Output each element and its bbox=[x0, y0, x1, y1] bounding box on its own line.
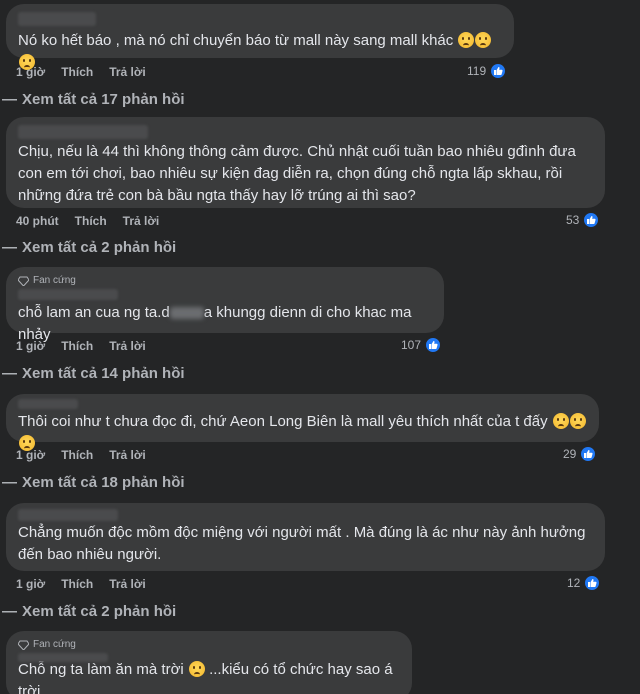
diamond-icon bbox=[18, 640, 29, 650]
comment-time[interactable]: 1 giờ bbox=[16, 339, 45, 353]
reply-button[interactable]: Trả lời bbox=[109, 577, 146, 591]
diamond-icon bbox=[18, 276, 29, 286]
comment-bubble: Nó ko hết báo , mà nó chỉ chuyển báo từ … bbox=[6, 4, 514, 70]
thumbs-up-icon bbox=[582, 211, 601, 229]
sad-emoji-icon bbox=[475, 32, 492, 48]
comment-actions: 1 giờ Thích Trả lời bbox=[16, 447, 146, 463]
comment-time[interactable]: 40 phút bbox=[16, 214, 59, 228]
view-replies-link[interactable]: — Xem tất cả 2 phản hồi bbox=[2, 600, 176, 622]
fan-badge: Fan cứng bbox=[18, 638, 400, 651]
like-button[interactable]: Thích bbox=[61, 65, 93, 79]
comment-actions: 1 giờ Thích Trả lời bbox=[16, 576, 146, 592]
author-name-redacted[interactable] bbox=[18, 12, 96, 26]
comment-bubble: Chẳng muốn độc mồm độc miệng với người m… bbox=[6, 503, 605, 571]
like-button[interactable]: Thích bbox=[61, 577, 93, 591]
view-replies-link[interactable]: — Xem tất cả 18 phản hồi bbox=[2, 471, 185, 493]
reply-arrow-icon: — bbox=[2, 238, 17, 256]
comment-text: Chịu, nếu là 44 thì không thông cảm được… bbox=[18, 143, 580, 204]
reaction-count[interactable]: 12 bbox=[567, 573, 602, 593]
reply-arrow-icon: — bbox=[2, 364, 17, 382]
comment-bubble: Fan cứng chỗ lam an cua ng ta.d a khungg … bbox=[6, 267, 444, 343]
comment-text: Chỗ ng ta làm ăn mà trời ...kiểu có tổ c… bbox=[18, 661, 397, 694]
thumbs-up-icon bbox=[489, 62, 508, 80]
reaction-count[interactable]: 107 bbox=[401, 335, 443, 355]
comment-bubble: Fan cứng Chỗ ng ta làm ăn mà trời ...kiể… bbox=[6, 631, 412, 694]
comment-text: Chẳng muốn độc mồm độc miệng với người m… bbox=[18, 524, 590, 563]
thumbs-up-icon bbox=[424, 336, 443, 354]
thumbs-up-icon bbox=[583, 574, 602, 592]
author-name-redacted[interactable] bbox=[18, 289, 118, 300]
author-name-redacted[interactable] bbox=[18, 125, 148, 139]
reply-arrow-icon: — bbox=[2, 473, 17, 491]
reply-arrow-icon: — bbox=[2, 90, 17, 108]
reply-arrow-icon: — bbox=[2, 602, 17, 620]
comment-time[interactable]: 1 giờ bbox=[16, 577, 45, 591]
reaction-count[interactable]: 53 bbox=[566, 210, 601, 230]
sad-emoji-icon bbox=[458, 32, 475, 48]
reaction-count[interactable]: 119 bbox=[467, 61, 508, 81]
author-name-redacted[interactable] bbox=[18, 509, 118, 521]
comment-bubble: Thôi coi như t chưa đọc đi, chứ Aeon Lon… bbox=[6, 394, 599, 451]
reply-button[interactable]: Trả lời bbox=[109, 448, 146, 462]
author-name-redacted[interactable] bbox=[18, 653, 108, 662]
reply-button[interactable]: Trả lời bbox=[123, 214, 160, 228]
comment-actions: 1 giờ Thích Trả lời bbox=[16, 338, 146, 354]
comment-actions: 1 giờ Thích Trả lời bbox=[16, 64, 146, 80]
reply-button[interactable]: Trả lời bbox=[109, 65, 146, 79]
reply-button[interactable]: Trả lời bbox=[109, 339, 146, 353]
view-replies-link[interactable]: — Xem tất cả 14 phản hồi bbox=[2, 362, 185, 384]
thumbs-up-icon bbox=[579, 445, 598, 463]
fan-badge: Fan cứng bbox=[18, 274, 432, 287]
like-button[interactable]: Thích bbox=[61, 339, 93, 353]
reaction-count[interactable]: 29 bbox=[563, 444, 598, 464]
view-replies-link[interactable]: — Xem tất cả 2 phản hồi bbox=[2, 236, 176, 258]
comment-actions: 40 phút Thích Trả lời bbox=[16, 213, 159, 229]
like-button[interactable]: Thích bbox=[75, 214, 107, 228]
comment-time[interactable]: 1 giờ bbox=[16, 65, 45, 79]
author-name-redacted[interactable] bbox=[18, 399, 78, 409]
redacted-text bbox=[169, 307, 204, 320]
like-button[interactable]: Thích bbox=[61, 448, 93, 462]
rolling-eyes-emoji-icon bbox=[188, 661, 205, 677]
sad-emoji-icon bbox=[569, 413, 586, 429]
comment-bubble: Chịu, nếu là 44 thì không thông cảm được… bbox=[6, 117, 605, 208]
sad-emoji-icon bbox=[552, 413, 569, 429]
view-replies-link[interactable]: — Xem tất cả 17 phản hồi bbox=[2, 88, 185, 110]
comment-time[interactable]: 1 giờ bbox=[16, 448, 45, 462]
